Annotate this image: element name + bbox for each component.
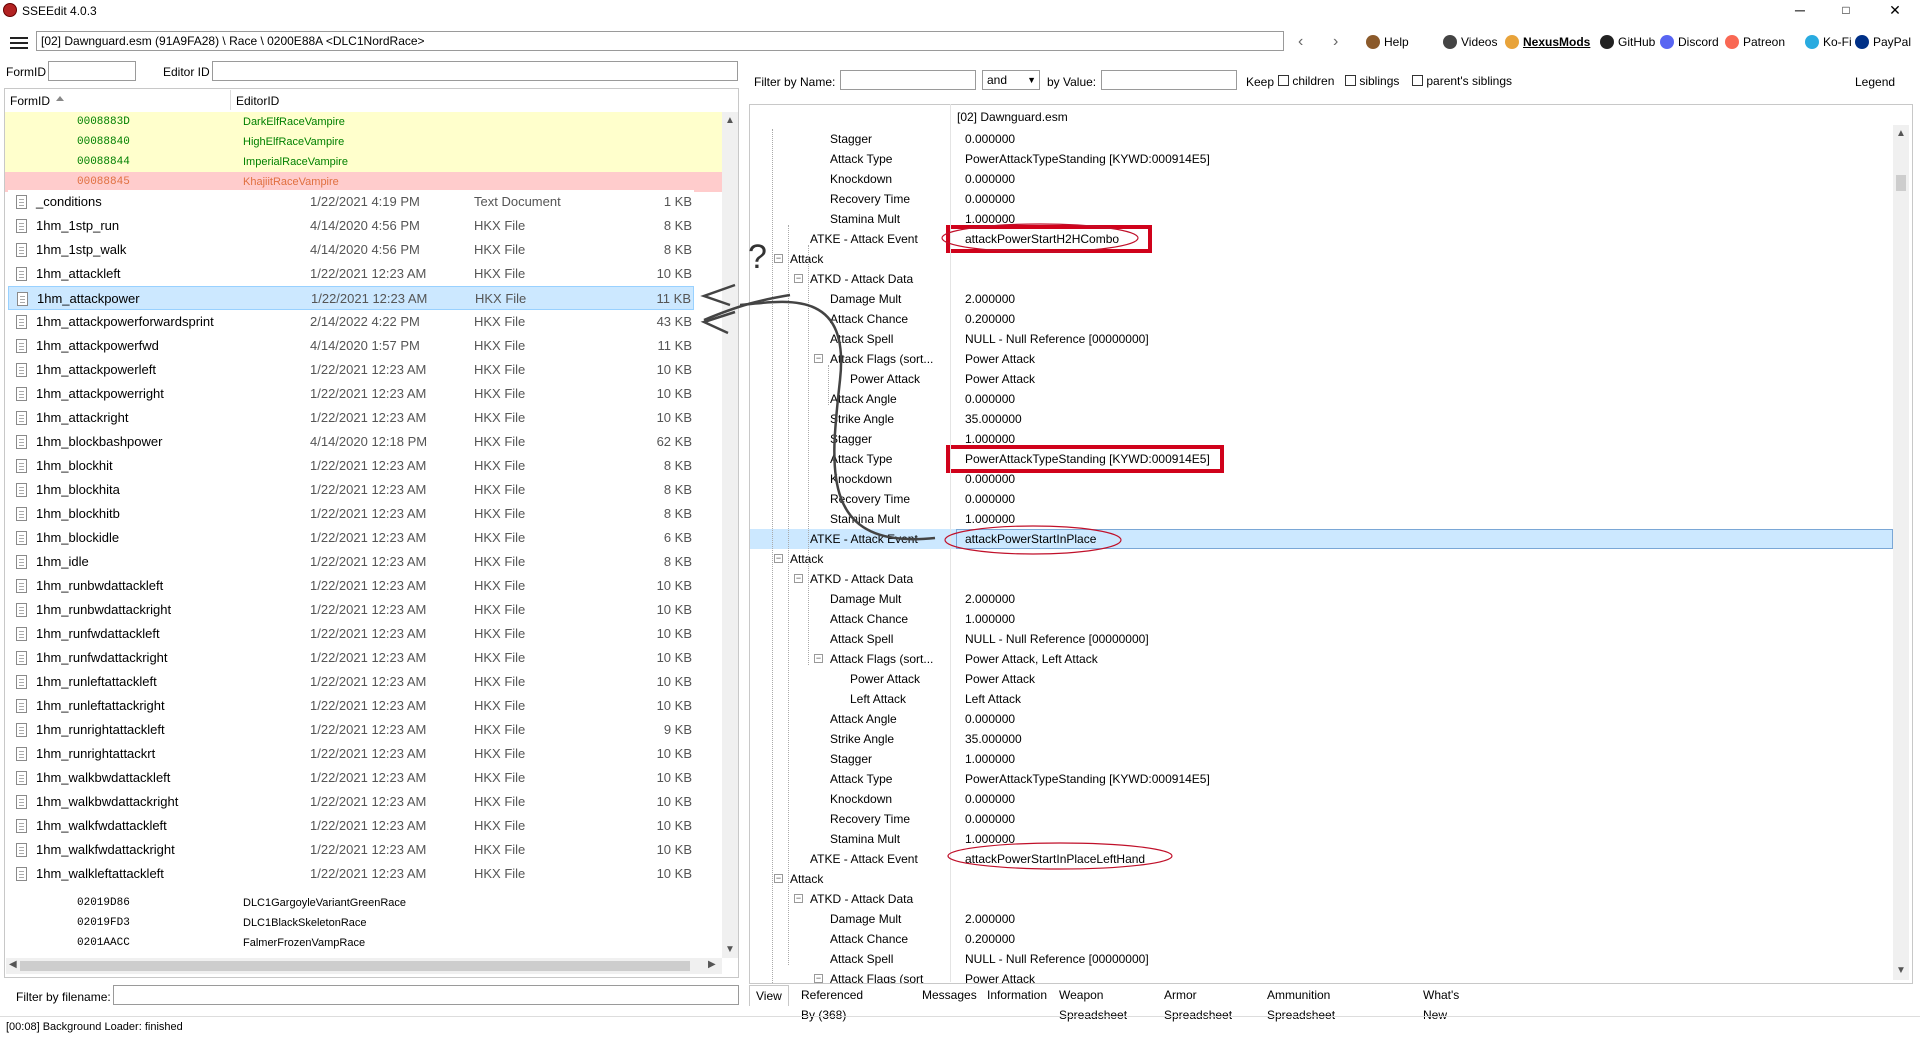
annotation-arrow-head-line <box>703 293 791 322</box>
arrow-head-icon <box>700 310 736 335</box>
annotation-overlay: ? <box>700 223 1173 870</box>
annotation-arrow <box>739 300 936 541</box>
annotation-circle <box>941 223 1139 253</box>
annotation-circle <box>944 525 1122 555</box>
arrow-head-icon <box>700 283 736 307</box>
annotation-circle <box>947 842 1173 870</box>
annotation-question-mark: ? <box>748 238 767 276</box>
